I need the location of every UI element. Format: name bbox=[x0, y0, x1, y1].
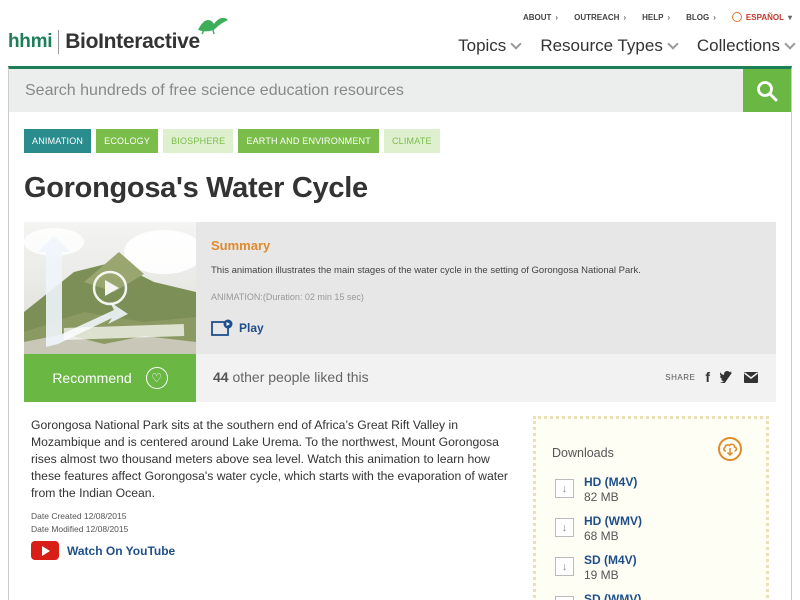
likes-bar: 44 other people liked this SHARE f bbox=[196, 354, 776, 402]
share-group: SHARE f bbox=[665, 369, 758, 385]
caret-right-icon: › bbox=[713, 12, 716, 22]
recommend-label: Recommend bbox=[52, 370, 132, 386]
utility-nav: ABOUT › OUTREACH › HELP › BLOG › ESPAÑOL ▾ bbox=[523, 12, 792, 22]
tag-animation[interactable]: ANIMATION bbox=[24, 129, 92, 153]
caret-right-icon: › bbox=[667, 12, 671, 22]
utility-nav-blog[interactable]: BLOG › bbox=[686, 12, 716, 22]
downloads-panel: Downloads ↓ HD (M4V) 82 MB ↓ HD (WMV) 68… bbox=[533, 416, 769, 600]
download-item-sd-m4v[interactable]: ↓ SD (M4V) 19 MB bbox=[555, 553, 637, 583]
utility-nav-help[interactable]: HELP › bbox=[642, 12, 670, 22]
play-button[interactable]: Play bbox=[211, 319, 264, 337]
chevron-down-icon bbox=[510, 37, 522, 50]
search-icon bbox=[757, 80, 778, 101]
download-size: 68 MB bbox=[584, 529, 619, 543]
download-size: 19 MB bbox=[584, 568, 619, 582]
recommend-button[interactable]: Recommend ♡ bbox=[24, 354, 196, 402]
page-title: Gorongosa's Water Cycle bbox=[24, 172, 368, 204]
chevron-down-icon bbox=[784, 37, 796, 50]
resource-description: Gorongosa National Park sits at the sout… bbox=[31, 418, 508, 500]
summary-heading: Summary bbox=[211, 238, 271, 253]
summary-box: Summary This animation illustrates the m… bbox=[24, 222, 776, 354]
date-created: Date Created 12/08/2015 bbox=[31, 511, 127, 521]
share-label: SHARE bbox=[665, 372, 696, 382]
search-button[interactable] bbox=[743, 69, 791, 112]
facebook-icon[interactable]: f bbox=[705, 369, 710, 385]
nav-topics[interactable]: Topics bbox=[458, 36, 522, 56]
caret-right-icon: › bbox=[555, 12, 559, 22]
site-logo[interactable]: hhmi BioInteractive bbox=[8, 30, 200, 54]
likes-count: 44 bbox=[213, 369, 229, 385]
email-icon[interactable] bbox=[744, 371, 758, 383]
resource-dates: Date Created 12/08/2015 Date Modified 12… bbox=[31, 510, 128, 536]
summary-description: This animation illustrates the main stag… bbox=[211, 265, 641, 276]
caret-right-icon: › bbox=[623, 12, 627, 22]
tag-climate[interactable]: CLIMATE bbox=[383, 129, 440, 153]
download-arrow-icon: ↓ bbox=[555, 479, 574, 498]
play-video-icon bbox=[211, 319, 233, 336]
download-item-sd-wmv[interactable]: ↓ SD (WMV) bbox=[555, 592, 641, 600]
download-item-hd-wmv[interactable]: ↓ HD (WMV) 68 MB bbox=[555, 514, 642, 544]
tag-list: ANIMATION ECOLOGY BIOSPHERE EARTH AND EN… bbox=[24, 129, 440, 153]
download-arrow-icon: ↓ bbox=[555, 596, 574, 600]
search-bar bbox=[8, 66, 792, 112]
cloud-download-icon bbox=[718, 437, 742, 461]
youtube-label: Watch On YouTube bbox=[67, 543, 176, 558]
watch-on-youtube-link[interactable]: Watch On YouTube bbox=[31, 541, 175, 560]
heart-icon: ♡ bbox=[145, 367, 168, 389]
download-item-hd-m4v[interactable]: ↓ HD (M4V) 82 MB bbox=[555, 475, 637, 505]
logo-bird-icon bbox=[198, 17, 228, 35]
tag-ecology[interactable]: ECOLOGY bbox=[96, 129, 159, 153]
download-size: 82 MB bbox=[584, 490, 619, 504]
download-name: SD (M4V) bbox=[584, 553, 637, 567]
downloads-title: Downloads bbox=[552, 446, 614, 460]
chevron-down-icon bbox=[667, 37, 679, 50]
logo-divider bbox=[58, 30, 60, 54]
play-label: Play bbox=[239, 321, 264, 335]
youtube-icon bbox=[31, 541, 59, 560]
download-name: SD (WMV) bbox=[584, 592, 642, 600]
logo-biointeractive: BioInteractive bbox=[65, 30, 200, 53]
language-switch[interactable]: ESPAÑOL ▾ bbox=[731, 12, 792, 22]
twitter-icon[interactable] bbox=[720, 371, 734, 383]
download-arrow-icon: ↓ bbox=[555, 557, 574, 576]
search-input[interactable] bbox=[9, 69, 745, 112]
utility-nav-outreach[interactable]: OUTREACH › bbox=[574, 12, 626, 22]
main-nav: Topics Resource Types Collections bbox=[458, 36, 796, 56]
globe-icon bbox=[731, 12, 742, 22]
download-name: HD (M4V) bbox=[584, 475, 638, 489]
likes-text: 44 other people liked this bbox=[213, 369, 369, 385]
site-header: hhmi BioInteractive ABOUT › OUTREACH › HEL… bbox=[0, 0, 800, 66]
logo-hhmi: hhmi bbox=[8, 31, 53, 52]
caret-down-icon: ▾ bbox=[787, 12, 792, 22]
nav-resource-types[interactable]: Resource Types bbox=[540, 36, 679, 56]
tag-biosphere[interactable]: BIOSPHERE bbox=[163, 129, 234, 153]
thumbnail-image bbox=[24, 222, 196, 354]
download-name: HD (WMV) bbox=[584, 514, 642, 528]
tag-earth-and-environment[interactable]: EARTH AND ENVIRONMENT bbox=[238, 129, 379, 153]
video-thumbnail[interactable] bbox=[24, 222, 196, 354]
summary-meta: ANIMATION:(Duration: 02 min 15 sec) bbox=[211, 292, 364, 302]
download-arrow-icon: ↓ bbox=[555, 518, 574, 537]
nav-collections[interactable]: Collections bbox=[697, 36, 796, 56]
utility-nav-about[interactable]: ABOUT › bbox=[523, 12, 558, 22]
date-modified: Date Modified 12/08/2015 bbox=[31, 524, 129, 534]
likes-label: other people liked this bbox=[232, 369, 369, 385]
